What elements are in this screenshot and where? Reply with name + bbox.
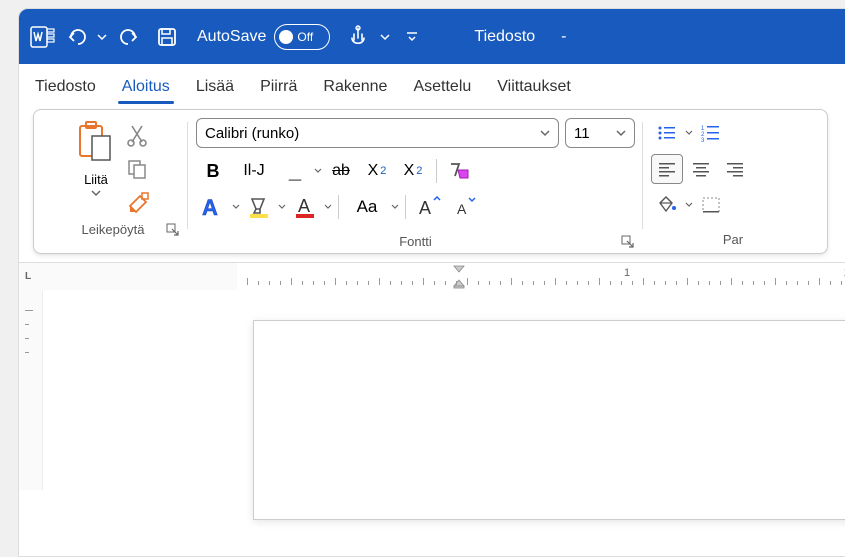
shrink-font-button[interactable]: A — [448, 192, 482, 222]
clipboard-group: Liitä — [38, 118, 188, 249]
redo-button[interactable] — [113, 21, 145, 53]
chevron-down-icon — [540, 129, 550, 137]
font-color-button[interactable]: A — [288, 192, 322, 222]
svg-text:A: A — [202, 195, 218, 219]
separator — [405, 195, 406, 219]
vertical-ruler[interactable] — [19, 290, 43, 490]
tab-layout[interactable]: Asettelu — [409, 72, 475, 102]
bullets-dropdown[interactable] — [685, 129, 693, 137]
separator — [436, 159, 437, 183]
highlight-dropdown[interactable] — [278, 203, 286, 211]
shading-button[interactable] — [651, 190, 683, 220]
horizontal-ruler[interactable]: L 1 2 — [19, 262, 845, 290]
numbering-button[interactable]: 123 — [695, 118, 727, 148]
underline-button[interactable]: _ — [278, 156, 312, 186]
font-size-value: 11 — [574, 125, 590, 142]
touch-dropdown-icon[interactable] — [380, 32, 390, 42]
cut-button[interactable] — [126, 124, 152, 148]
font-group-label: Fontti — [399, 234, 432, 249]
format-painter-button[interactable] — [126, 190, 152, 216]
subscript-button[interactable]: X2 — [360, 156, 394, 186]
toggle-knob — [279, 30, 293, 44]
strikethrough-button[interactable]: ab — [324, 156, 358, 186]
superscript-button[interactable]: X2 — [396, 156, 430, 186]
font-size-combo[interactable]: 11 — [565, 118, 635, 148]
font-group: Calibri (runko) 11 B Il-J _ — [188, 118, 643, 249]
font-name-combo[interactable]: Calibri (runko) — [196, 118, 559, 148]
chevron-down-icon — [91, 189, 101, 197]
ruler-corner: L — [19, 263, 37, 290]
paste-label: Liitä — [84, 172, 108, 187]
change-case-button[interactable]: Aa — [345, 192, 389, 222]
document-title: Tiedosto — [474, 28, 535, 46]
copy-button[interactable] — [126, 158, 152, 180]
save-button[interactable] — [151, 21, 183, 53]
case-dropdown[interactable] — [391, 203, 399, 211]
bold-button[interactable]: B — [196, 156, 230, 186]
tab-references[interactable]: Viittaukset — [493, 72, 575, 102]
align-left-button[interactable] — [651, 154, 683, 184]
word-app-icon — [29, 23, 57, 51]
titlebar: AutoSave Off Tiedosto - — [19, 9, 845, 64]
align-center-button[interactable] — [685, 154, 717, 184]
autosave-switch[interactable]: Off — [274, 24, 330, 50]
hanging-indent-marker[interactable] — [453, 279, 465, 289]
paragraph-group-label: Par — [723, 232, 743, 247]
tab-design[interactable]: Rakenne — [319, 72, 391, 102]
undo-button[interactable] — [63, 21, 95, 53]
document-page[interactable] — [253, 320, 845, 520]
text-effects-dropdown[interactable] — [232, 203, 240, 211]
bullets-button[interactable] — [651, 118, 683, 148]
highlight-button[interactable] — [242, 192, 276, 222]
text-effects-button[interactable]: A — [196, 192, 230, 222]
autosave-toggle[interactable]: AutoSave Off — [197, 24, 330, 50]
italic-button[interactable]: Il-J — [232, 156, 276, 186]
tab-home[interactable]: Aloitus — [118, 72, 174, 102]
chevron-down-icon — [616, 129, 626, 137]
paragraph-group: 123 — [643, 118, 823, 249]
font-launcher-icon[interactable] — [621, 235, 635, 249]
undo-dropdown-icon[interactable] — [97, 32, 107, 42]
grow-font-button[interactable]: A — [412, 192, 446, 222]
clipboard-group-label: Leikepöytä — [82, 222, 145, 237]
font-name-value: Calibri (runko) — [205, 125, 299, 142]
tab-draw[interactable]: Piirrä — [256, 72, 301, 102]
shading-dropdown[interactable] — [685, 201, 693, 209]
touch-mode-button[interactable] — [342, 21, 374, 53]
tab-insert[interactable]: Lisää — [192, 72, 238, 102]
font-color-dropdown[interactable] — [324, 203, 332, 211]
align-right-button[interactable] — [719, 154, 751, 184]
qat-customize-button[interactable] — [396, 21, 428, 53]
clear-formatting-button[interactable] — [443, 156, 477, 186]
borders-button[interactable] — [695, 190, 727, 220]
toggle-state: Off — [297, 30, 313, 44]
title-separator: - — [561, 28, 566, 46]
svg-text:A: A — [298, 196, 310, 216]
document-area — [19, 290, 845, 490]
separator — [338, 195, 339, 219]
underline-dropdown[interactable] — [314, 167, 322, 175]
autosave-label: AutoSave — [197, 28, 266, 46]
ribbon-tabs: Tiedosto Aloitus Lisää Piirrä Rakenne As… — [19, 64, 845, 109]
ruler-number: 1 — [624, 267, 630, 279]
first-line-indent-marker[interactable] — [453, 265, 465, 273]
svg-text:3: 3 — [701, 138, 705, 142]
clipboard-launcher-icon[interactable] — [166, 223, 180, 237]
svg-text:A: A — [457, 201, 467, 217]
paste-button[interactable]: Liitä — [74, 118, 118, 216]
svg-text:A: A — [419, 198, 431, 218]
tab-file[interactable]: Tiedosto — [31, 72, 100, 102]
